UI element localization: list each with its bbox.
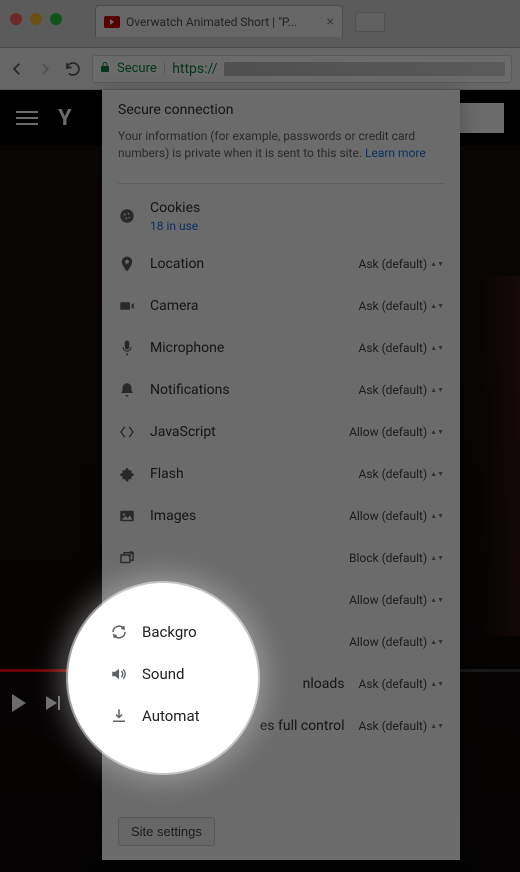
browser-tab[interactable]: Overwatch Animated Short | "P... × (95, 5, 343, 37)
youtube-favicon-icon (104, 16, 120, 28)
flash-puzzle-icon (118, 465, 136, 483)
notifications-row[interactable]: Notifications Ask (default)▲▼ (102, 369, 460, 411)
cookies-label: Cookies (150, 200, 200, 216)
panel-title: Secure connection (118, 102, 444, 118)
spot-bgsync-row: Backgro (68, 611, 258, 653)
back-icon[interactable] (8, 60, 26, 78)
play-icon[interactable] (12, 694, 26, 712)
spot-sound-row: Sound (68, 653, 258, 695)
images-row[interactable]: Images Allow (default)▲▼ (102, 495, 460, 537)
location-icon (118, 255, 136, 273)
magnifier-highlight: Backgro Sound Automat (68, 583, 258, 773)
location-row[interactable]: Location Ask (default)▲▼ (102, 243, 460, 285)
player-controls (12, 694, 60, 712)
notification-bell-icon (118, 381, 136, 399)
learn-more-link[interactable]: Learn more (365, 146, 426, 160)
images-icon (118, 507, 136, 525)
javascript-row[interactable]: JavaScript Allow (default)▲▼ (102, 411, 460, 453)
spot-downloads-row: Automat (68, 695, 258, 737)
camera-icon (118, 297, 136, 315)
popup-icon (118, 549, 136, 567)
lock-icon (99, 60, 111, 78)
flash-row[interactable]: Flash Ask (default)▲▼ (102, 453, 460, 495)
sound-icon (110, 665, 128, 683)
popups-row[interactable]: Pop-ups Block (default)▲▼ (102, 537, 460, 579)
camera-row[interactable]: Camera Ask (default)▲▼ (102, 285, 460, 327)
new-tab-button[interactable] (355, 12, 385, 32)
tab-close-icon[interactable]: × (327, 14, 334, 30)
download-icon (110, 707, 128, 725)
hamburger-menu-icon[interactable] (16, 111, 38, 125)
url-blurred (224, 62, 505, 76)
youtube-logo[interactable]: Y (58, 106, 71, 131)
microphone-icon (118, 339, 136, 357)
secure-label: Secure (117, 61, 157, 76)
address-bar[interactable]: Secure | https:// (92, 55, 512, 83)
permission-value[interactable]: Ask (default)▲▼ (358, 257, 444, 271)
reload-icon[interactable] (64, 60, 82, 78)
window-controls (10, 13, 62, 25)
site-settings-button[interactable]: Site settings (118, 817, 215, 846)
microphone-row[interactable]: Microphone Ask (default)▲▼ (102, 327, 460, 369)
cookie-icon (118, 207, 136, 225)
next-icon[interactable] (46, 696, 60, 710)
cookies-row[interactable]: Cookies 18 in use (102, 190, 460, 243)
navigation-bar: Secure | https:// (0, 48, 520, 90)
panel-description: Your information (for example, passwords… (118, 128, 444, 163)
tab-title: Overwatch Animated Short | "P... (126, 15, 321, 29)
browser-chrome: Overwatch Animated Short | "P... × (0, 0, 520, 48)
window-close-button[interactable] (10, 13, 22, 25)
cookies-count: 18 in use (150, 219, 200, 233)
forward-icon (36, 60, 54, 78)
javascript-icon (118, 423, 136, 441)
sync-icon (110, 623, 128, 641)
url-scheme: https:// (172, 61, 217, 77)
window-maximize-button[interactable] (50, 13, 62, 25)
window-minimize-button[interactable] (30, 13, 42, 25)
